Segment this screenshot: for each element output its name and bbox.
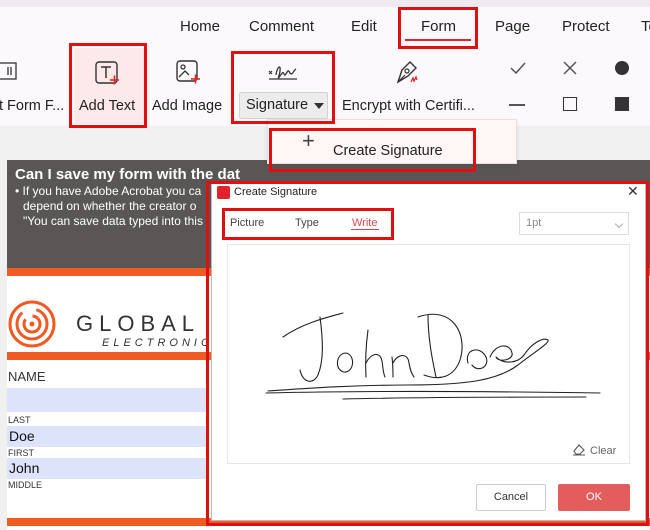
square-outline-icon[interactable] xyxy=(563,97,577,111)
first-name-field[interactable]: John xyxy=(7,458,207,479)
highlight-write-tabs xyxy=(222,208,394,240)
last-name-field[interactable]: Doe xyxy=(7,426,207,447)
highlight-create-signature xyxy=(269,128,476,172)
highlight-signature xyxy=(231,51,335,124)
dot-icon[interactable] xyxy=(615,61,629,75)
name-field[interactable] xyxy=(7,388,207,412)
last-label: LAST xyxy=(8,415,31,425)
global-electronics-logo xyxy=(8,300,56,348)
add-image-label: Add Image xyxy=(152,98,223,114)
name-section-label: NAME xyxy=(8,369,46,384)
menu-protect[interactable]: Protect xyxy=(562,18,610,35)
cross-icon[interactable] xyxy=(562,60,578,76)
banner-line-3: "You can save data typed into this xyxy=(23,214,203,228)
highlight-add-text xyxy=(69,43,147,128)
line-icon[interactable] xyxy=(509,104,525,106)
menu-comment[interactable]: Comment xyxy=(249,18,314,35)
middle-label: MIDDLE xyxy=(8,480,43,490)
menu-page[interactable]: Page xyxy=(495,18,530,35)
logo-subtext: ELECTRONIC xyxy=(102,337,213,349)
encrypt-certificate-icon xyxy=(396,61,418,84)
form-field-icon xyxy=(0,62,17,80)
logo-text: GLOBAL xyxy=(76,311,201,336)
menu-home[interactable]: Home xyxy=(180,18,220,35)
highlight-form-tab xyxy=(398,7,478,49)
add-image-icon xyxy=(176,60,200,84)
first-label: FIRST xyxy=(8,448,34,458)
form-field-label: t Form F... xyxy=(0,98,65,114)
check-icon[interactable] xyxy=(509,60,527,76)
title-strip xyxy=(0,0,650,7)
banner-line-1: • If you have Adobe Acrobat you ca xyxy=(15,184,202,198)
menu-bar: Home Comment Edit Form Page Protect Te xyxy=(0,0,650,48)
square-filled-icon[interactable] xyxy=(615,97,629,111)
menu-tools[interactable]: Te xyxy=(641,18,650,35)
encrypt-certificate-label: Encrypt with Certifi... xyxy=(342,98,475,114)
banner-line-2: depend on whether the creator o xyxy=(23,199,197,213)
menu-edit[interactable]: Edit xyxy=(351,18,377,35)
